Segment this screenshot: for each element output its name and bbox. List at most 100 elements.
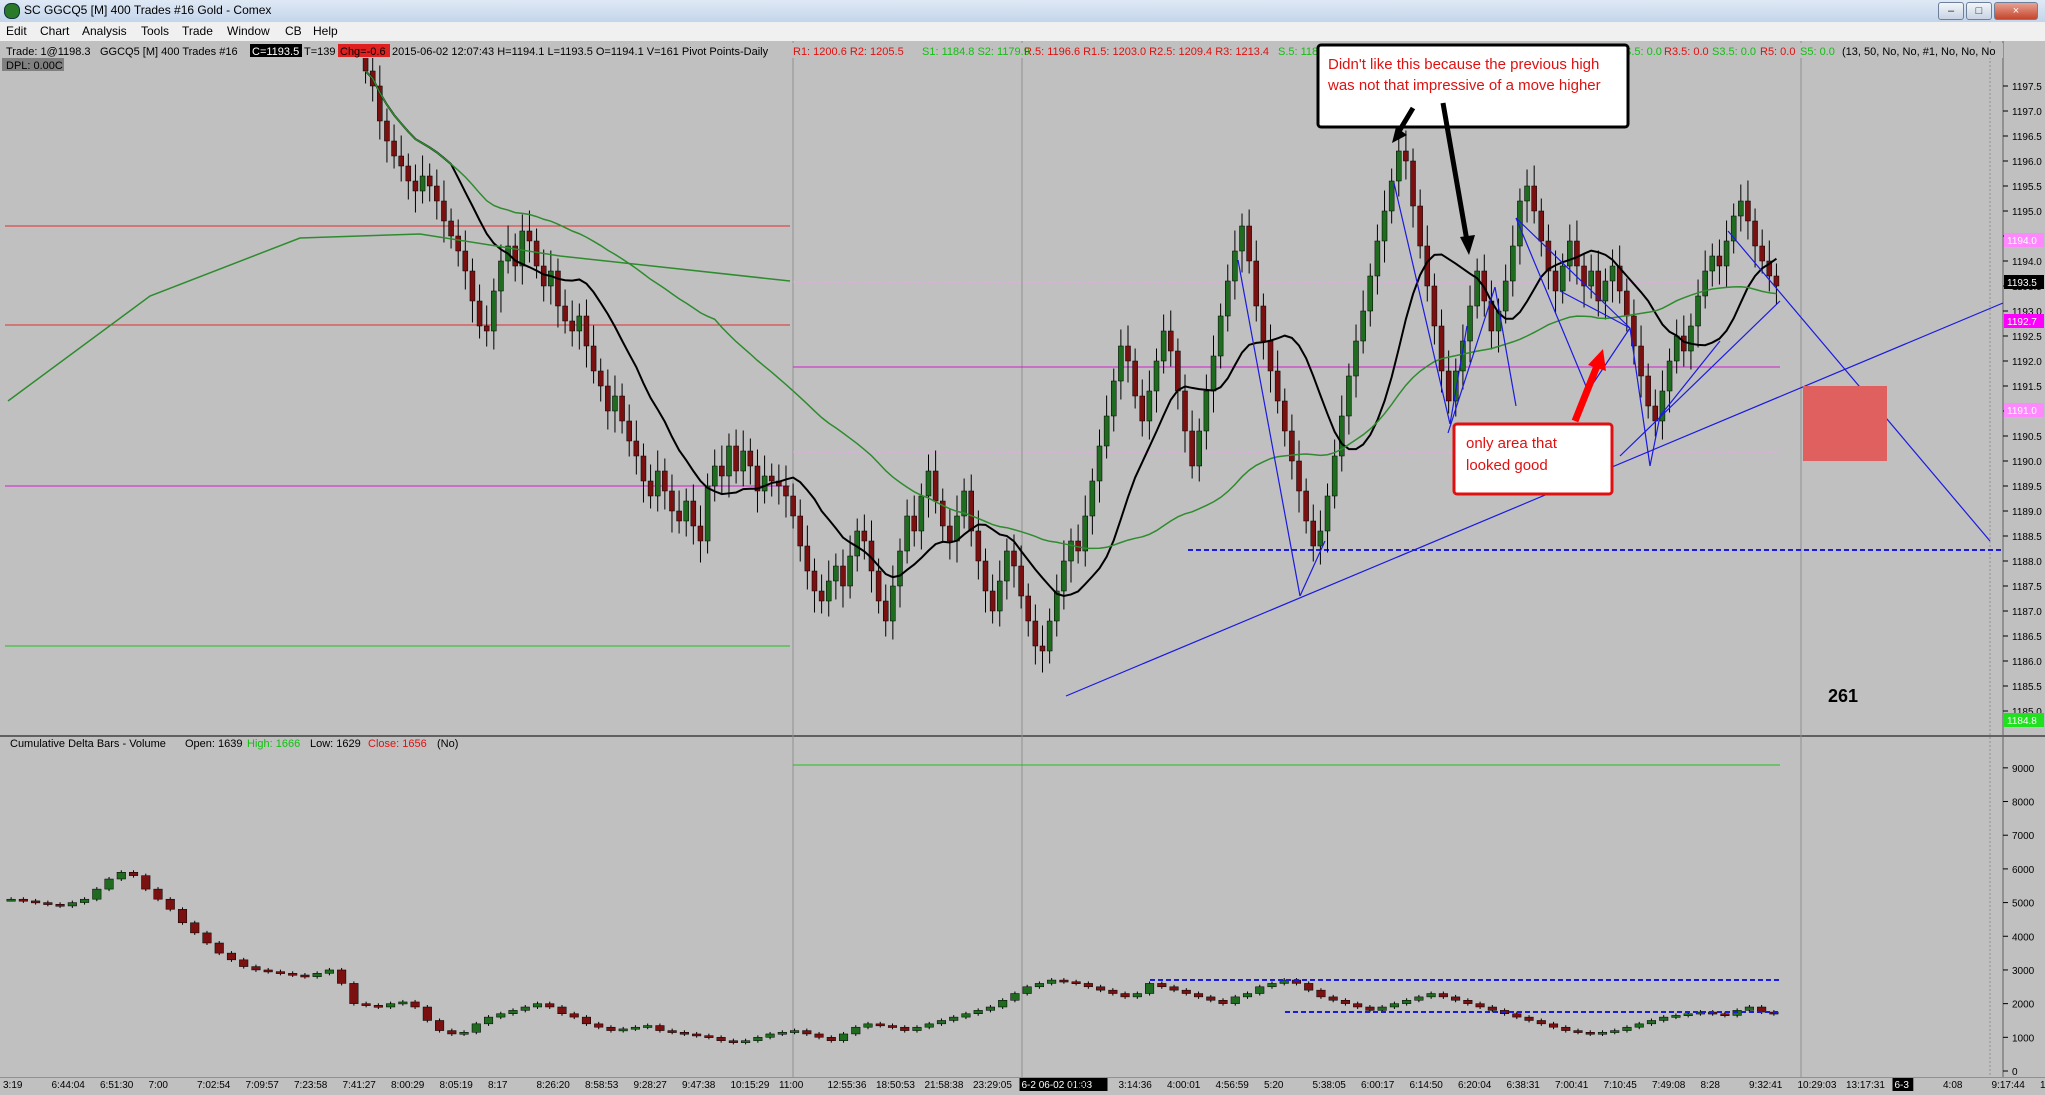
candle-body (1752, 220, 1758, 247)
candle-body (626, 420, 632, 442)
candle-body (711, 465, 718, 487)
candle-body (548, 270, 554, 287)
candle-body (932, 470, 939, 502)
close-button[interactable]: × (1994, 2, 2038, 20)
candle-body (1396, 150, 1402, 182)
delta-bar (471, 1023, 481, 1033)
candle-body (897, 550, 903, 587)
candle-body (362, 55, 369, 72)
delta-bar (324, 969, 334, 974)
delta-bar (410, 1001, 420, 1008)
candle-body (882, 600, 889, 622)
candle-body (918, 495, 925, 532)
candle-body (1253, 260, 1260, 307)
time-tick-label: 9:17:44 (1992, 1080, 2026, 1091)
time-tick-label: 10:29:03 (1798, 1080, 1837, 1091)
annotation-text-1: Didn't like this because the previous hi… (1328, 56, 1601, 94)
delta-bar (949, 1016, 959, 1021)
pivot-tail-s: S.5: 0.0 (1624, 46, 1662, 58)
menu-trade[interactable]: Trade (182, 24, 213, 38)
delta-bar (177, 909, 188, 924)
delta-bar (618, 1028, 628, 1032)
candle-body (1673, 335, 1680, 362)
time-tick-label: 10:15:29 (731, 1080, 770, 1091)
menu-analysis[interactable]: Analysis (82, 24, 127, 38)
delta-tick-label: 3000 (2012, 966, 2035, 977)
candle-body (1502, 280, 1509, 312)
menu-window[interactable]: Window (227, 24, 270, 38)
candle-body (1282, 400, 1288, 432)
delta-tick-label: 7000 (2012, 831, 2035, 842)
candle-body (947, 525, 953, 542)
candle-body (1182, 390, 1188, 432)
candle-body (697, 525, 704, 542)
candle-body (605, 385, 611, 412)
delta-bar (1671, 1015, 1681, 1018)
candle-body (1381, 210, 1388, 242)
delta-high: High: 1666 (247, 738, 300, 750)
delta-bar (1561, 1026, 1571, 1031)
menu-cb[interactable]: CB (285, 24, 302, 38)
candle-body (669, 490, 675, 512)
price-tick-label: 1190.5 (2012, 432, 2042, 443)
candle-body (1196, 430, 1203, 467)
candle-body (1346, 375, 1352, 417)
bar-counter: 261 (1828, 686, 1858, 706)
candle-body (982, 560, 989, 592)
candle-body (1666, 360, 1673, 392)
time-tick-label: 8:26:20 (537, 1080, 571, 1091)
delta-bar (263, 969, 273, 973)
delta-bar (887, 1025, 898, 1028)
candle-body (1445, 370, 1452, 402)
menu-tools[interactable]: Tools (141, 24, 169, 38)
delta-bar (594, 1023, 604, 1028)
candle-body (662, 470, 668, 492)
candle-body (526, 230, 533, 242)
time-tick-label: 7:41:27 (343, 1080, 377, 1091)
candle-body (412, 180, 419, 192)
candle-body (498, 260, 504, 292)
trade-info: Trade: 1@1198.3 (6, 46, 91, 58)
delta-bar (692, 1033, 702, 1037)
delta-tick-label: 9000 (2012, 764, 2035, 775)
delta-bar (1340, 1000, 1350, 1004)
candle-body (811, 570, 818, 592)
delta-close: Close: 1656 (368, 738, 427, 750)
delta-bar (80, 898, 90, 903)
delta-bar (1169, 986, 1179, 991)
menu-chart[interactable]: Chart (40, 24, 69, 38)
candle-body (1317, 530, 1324, 547)
menu-help[interactable]: Help (313, 24, 338, 38)
price-tick-label: 1195.5 (2012, 182, 2042, 193)
chart-area[interactable]: 1197.5 1197.0 1196.5 1196.0 1195.5 1195.0 1194… (0, 41, 2045, 1092)
candle-body (818, 590, 825, 602)
price-tick-label: 1187.5 (2012, 582, 2042, 593)
price-tick-label: 1196.5 (2012, 132, 2042, 143)
chart-canvas[interactable]: 1197.5 1197.0 1196.5 1196.0 1195.5 1195.0 1194… (0, 41, 2045, 1092)
time-tick-label: 6-3 (1895, 1080, 1910, 1091)
candle-body (1738, 200, 1744, 217)
candle-body (1403, 150, 1409, 162)
delta-bar (398, 1001, 408, 1005)
maximize-button[interactable]: □ (1966, 2, 1992, 20)
delta-bar (863, 1023, 873, 1028)
candle-body (825, 580, 832, 602)
menu-edit[interactable]: Edit (6, 24, 27, 38)
pivot-resistance-2: R.5: 1196.6 R1.5: 1203.0 R2.5: 1209.4 R3… (1024, 46, 1269, 58)
candle-body (790, 495, 796, 517)
candle-body (783, 485, 789, 497)
candle-body (1111, 380, 1117, 417)
tick-count: T=139 (304, 46, 336, 58)
delta-bar (447, 1030, 457, 1035)
delta-bar (545, 1003, 555, 1008)
minimize-button[interactable]: – (1938, 2, 1964, 20)
candle-body (569, 320, 575, 332)
candle-body (1645, 375, 1651, 407)
delta-bar (655, 1025, 665, 1031)
delta-tick-label: 1000 (2012, 1033, 2035, 1044)
time-axis: 3:19 6:44:04 6:51:30 7:00 7:02:54 7:09:57 7:23… (0, 1077, 2045, 1092)
delta-bar (361, 1003, 371, 1006)
candle-body (1225, 280, 1231, 317)
delta-bar (1120, 993, 1130, 998)
price-tick-label: 1191.5 (2012, 382, 2042, 393)
